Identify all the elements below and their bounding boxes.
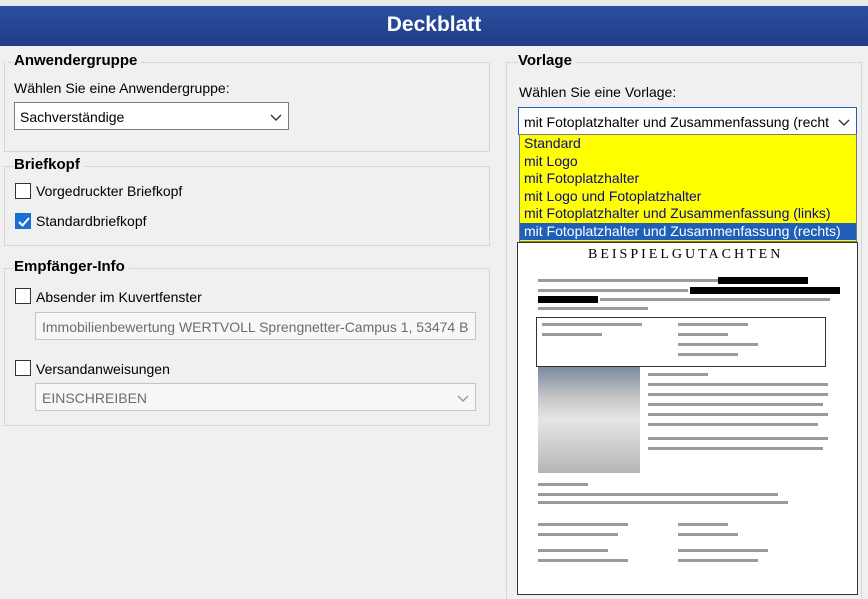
versand-select[interactable]: EINSCHREIBEN: [35, 383, 476, 411]
text-line: [542, 333, 602, 336]
redaction-bar: [690, 287, 840, 294]
absender-checkbox[interactable]: [15, 288, 31, 304]
window-title: Deckblatt: [386, 13, 482, 36]
vorlage-select[interactable]: mit Fotoplatzhalter und Zusammenfassung …: [518, 107, 857, 135]
anwendergruppe-value: Sachverständige: [20, 109, 125, 125]
vorgedruckter-briefkopf-checkbox[interactable]: [15, 183, 31, 199]
vorlage-option-zusammenfassung-links[interactable]: mit Fotoplatzhalter und Zusammenfassung …: [520, 205, 856, 223]
absender-label: Absender im Kuvertfenster: [36, 289, 202, 305]
redaction-bar: [718, 277, 808, 284]
preview-title: BEISPIELGUTACHTEN: [588, 247, 784, 262]
text-line: [648, 423, 818, 426]
text-line: [648, 383, 828, 386]
absender-field[interactable]: Immobilienbewertung WERTVOLL Sprengnette…: [35, 312, 476, 340]
anwendergruppe-heading: Anwendergruppe: [14, 52, 142, 69]
empfaenger-heading: Empfänger-Info: [14, 258, 129, 275]
text-line: [678, 533, 738, 536]
text-line: [538, 533, 618, 536]
vorlage-option-logo[interactable]: mit Logo: [520, 153, 856, 171]
text-line: [678, 549, 768, 552]
briefkopf-frame: [4, 166, 490, 246]
text-line: [538, 549, 608, 552]
text-line: [538, 307, 648, 310]
text-line: [600, 298, 830, 301]
text-line: [538, 289, 688, 292]
vorlage-value: mit Fotoplatzhalter und Zusammenfassung …: [524, 114, 830, 130]
text-line: [538, 493, 778, 496]
briefkopf-heading: Briefkopf: [14, 156, 84, 173]
vorlage-prompt: Wählen Sie eine Vorlage:: [519, 84, 677, 100]
standardbriefkopf-label: Standardbriefkopf: [36, 213, 147, 229]
chevron-down-icon: [838, 119, 850, 126]
text-line: [648, 413, 828, 416]
text-line: [678, 559, 758, 562]
vorlage-heading: Vorlage: [518, 52, 576, 69]
text-line: [538, 559, 628, 562]
checkmark-icon: [18, 217, 30, 227]
vorlage-option-standard[interactable]: Standard: [520, 135, 856, 153]
text-line: [648, 447, 823, 450]
text-line: [542, 323, 642, 326]
text-line: [678, 323, 748, 326]
text-line: [648, 393, 828, 396]
text-line: [678, 353, 738, 356]
chevron-down-icon: [457, 395, 469, 402]
text-line: [538, 483, 588, 486]
text-line: [538, 279, 718, 282]
text-line: [538, 523, 628, 526]
text-line: [678, 333, 728, 336]
vorgedruckter-briefkopf-label: Vorgedruckter Briefkopf: [36, 183, 183, 199]
vorlage-option-logo-foto[interactable]: mit Logo und Fotoplatzhalter: [520, 188, 856, 206]
standardbriefkopf-checkbox[interactable]: [15, 213, 31, 229]
text-line: [538, 501, 788, 504]
text-line: [678, 343, 758, 346]
redaction-bar: [538, 296, 598, 303]
vorlage-option-fotoplatzhalter[interactable]: mit Fotoplatzhalter: [520, 170, 856, 188]
vorlage-option-zusammenfassung-rechts[interactable]: mit Fotoplatzhalter und Zusammenfassung …: [520, 222, 856, 240]
anwendergruppe-prompt: Wählen Sie eine Anwendergruppe:: [14, 80, 230, 96]
template-preview: BEISPIELGUTACHTEN: [517, 242, 858, 595]
window-title-bar: Deckblatt: [0, 0, 868, 46]
anwendergruppe-select[interactable]: Sachverständige: [14, 102, 289, 130]
vorlage-dropdown-list: Standard mit Logo mit Fotoplatzhalter mi…: [519, 134, 857, 242]
chevron-down-icon: [270, 114, 282, 121]
photo-placeholder: [538, 367, 640, 473]
versandanweisungen-label: Versandanweisungen: [36, 361, 170, 377]
versand-value: EINSCHREIBEN: [42, 390, 148, 406]
text-line: [648, 403, 823, 406]
absender-value: Immobilienbewertung WERTVOLL Sprengnette…: [42, 319, 469, 335]
versandanweisungen-checkbox[interactable]: [15, 360, 31, 376]
text-line: [678, 523, 728, 526]
text-line: [648, 437, 828, 440]
text-line: [648, 373, 708, 376]
